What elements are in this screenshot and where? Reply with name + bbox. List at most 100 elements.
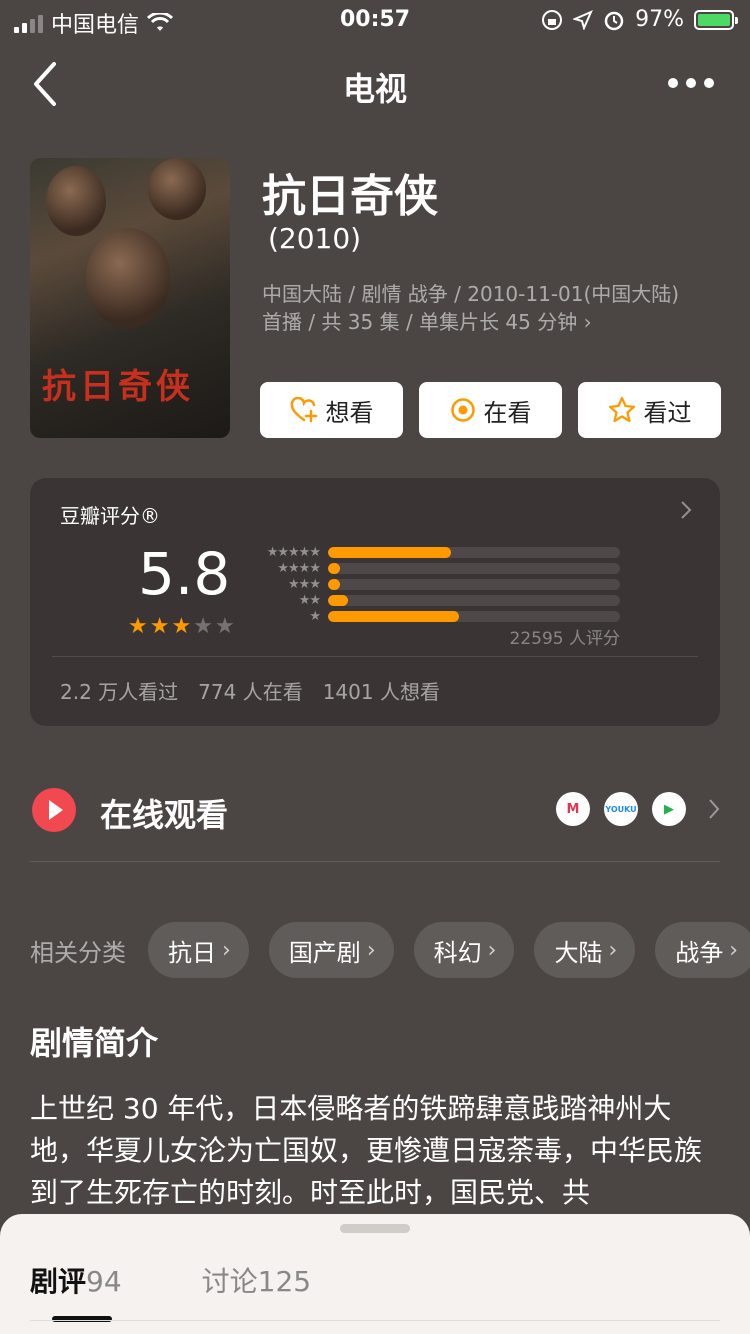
target-icon bbox=[450, 398, 475, 422]
battery-icon bbox=[694, 9, 738, 30]
watched-button[interactable]: 看过 bbox=[578, 382, 721, 438]
chevron-right-icon: › bbox=[583, 310, 592, 334]
distribution-stars: ★★★★★ bbox=[266, 544, 321, 560]
chevron-right-icon: › bbox=[729, 937, 739, 963]
distribution-track bbox=[328, 562, 620, 574]
distribution-bar bbox=[328, 594, 349, 606]
related-label: 相关分类 bbox=[30, 938, 126, 967]
nav-title: 电视 bbox=[342, 70, 407, 108]
watching-label: 在看 bbox=[483, 398, 532, 427]
rating-stars: ★ ★ ★ ★ ★ bbox=[128, 614, 235, 639]
meta-line-2-text: 首播 / 共 35 集 / 单集片长 45 分钟 bbox=[262, 310, 578, 334]
sheet-tabs: 剧评94 讨论125 bbox=[30, 1260, 311, 1300]
stat-watched: 2.2 万人看过 bbox=[60, 680, 179, 704]
chevron-right-icon: › bbox=[608, 937, 618, 963]
distribution-bar bbox=[328, 578, 340, 590]
star-outline-icon bbox=[608, 396, 635, 423]
drag-handle[interactable] bbox=[340, 1224, 410, 1233]
watching-button[interactable]: 在看 bbox=[419, 382, 562, 438]
watched-label: 看过 bbox=[643, 398, 692, 427]
online-watch-label: 在线观看 bbox=[100, 796, 229, 834]
more-icon[interactable] bbox=[668, 78, 714, 88]
active-tab-indicator bbox=[52, 1316, 112, 1322]
distribution-track bbox=[328, 578, 620, 590]
divider bbox=[30, 1320, 720, 1321]
tag-label: 战争 bbox=[675, 938, 724, 967]
provider-youku-icon: YOUKU bbox=[604, 792, 638, 826]
chevron-right-icon bbox=[709, 799, 720, 819]
provider-tencent-icon: ▶ bbox=[652, 792, 686, 826]
star-filled-icon: ★ bbox=[171, 614, 192, 639]
star-empty-icon: ★ bbox=[214, 614, 235, 639]
chevron-right-icon: › bbox=[222, 937, 231, 963]
want-button[interactable]: 想看 bbox=[260, 382, 403, 438]
rating-count: 22595 人评分 bbox=[509, 629, 620, 649]
tag-label: 抗日 bbox=[168, 938, 216, 967]
tag-kehuan[interactable]: 科幻 › bbox=[413, 922, 515, 978]
distribution-track bbox=[328, 610, 620, 622]
synopsis-title: 剧情简介 bbox=[30, 1024, 159, 1062]
rating-label: 豆瓣评分® bbox=[60, 504, 160, 528]
tag-guochanju[interactable]: 国产剧 › bbox=[268, 922, 394, 978]
chevron-right-icon: › bbox=[366, 937, 376, 963]
chevron-right-icon bbox=[681, 501, 692, 519]
alarm-icon bbox=[604, 11, 624, 30]
meta-line-1: 中国大陆 / 剧情 战争 / 2010-11-01(中国大陆) bbox=[262, 282, 680, 306]
tab-reviews[interactable]: 剧评94 bbox=[30, 1260, 122, 1300]
distribution-bar bbox=[328, 546, 451, 558]
star-empty-icon: ★ bbox=[193, 614, 213, 639]
distribution-stars: ★★★ bbox=[288, 576, 321, 592]
distribution-stars: ★ bbox=[309, 608, 321, 624]
distribution-row: ★★★★ bbox=[256, 560, 620, 576]
provider-icons: M YOUKU ▶ bbox=[556, 792, 686, 826]
stat-want: 1401 人想看 bbox=[322, 680, 440, 704]
poster-title: 抗日奇侠 bbox=[42, 367, 194, 407]
star-filled-icon: ★ bbox=[149, 614, 170, 639]
tab-discussion-label: 讨论 bbox=[201, 1265, 258, 1298]
tag-label: 国产剧 bbox=[288, 938, 361, 967]
distribution-track bbox=[328, 594, 620, 606]
tab-reviews-label: 剧评 bbox=[30, 1265, 87, 1298]
action-buttons: 想看 在看 看过 bbox=[260, 382, 721, 438]
online-watch-row[interactable]: 在线观看 M YOUKU ▶ bbox=[30, 762, 720, 862]
tab-reviews-count: 94 bbox=[86, 1265, 122, 1298]
nav-bar: 电视 bbox=[0, 42, 750, 126]
status-right: 97% bbox=[541, 7, 738, 32]
tag-zhanzheng[interactable]: 战争 › bbox=[655, 922, 750, 978]
tab-discussion-count: 125 bbox=[257, 1265, 312, 1298]
status-bar: 中国电信 00:57 97% bbox=[0, 0, 750, 42]
rotation-lock-icon bbox=[542, 9, 563, 30]
distribution-bar bbox=[328, 562, 340, 574]
tag-label: 大陆 bbox=[554, 938, 603, 967]
tag-label: 科幻 bbox=[433, 938, 482, 967]
rating-distribution: ★★★★★ ★★★★ ★★★ ★★ ★ bbox=[256, 544, 620, 624]
battery-percent: 97% bbox=[635, 7, 684, 32]
tag-kangri[interactable]: 抗日 › bbox=[148, 922, 249, 978]
want-label: 想看 bbox=[325, 398, 374, 427]
poster-image[interactable]: 抗日奇侠 bbox=[30, 158, 230, 438]
show-title: 抗日奇侠 bbox=[262, 171, 438, 222]
chevron-right-icon: › bbox=[487, 937, 497, 963]
divider bbox=[52, 656, 698, 657]
synopsis-text[interactable]: 上世纪 30 年代，日本侵略者的铁蹄肆意践踏神州大地，华夏儿女沦为亡国奴，更惨遭… bbox=[30, 1088, 720, 1214]
distribution-row: ★★ bbox=[256, 592, 620, 608]
show-year: (2010) bbox=[268, 222, 362, 255]
distribution-bar bbox=[328, 610, 460, 622]
heart-plus-icon bbox=[290, 397, 317, 423]
play-icon bbox=[32, 788, 76, 832]
star-filled-icon: ★ bbox=[128, 614, 148, 639]
distribution-row: ★★★★★ bbox=[256, 544, 620, 560]
tab-discussion[interactable]: 讨论125 bbox=[202, 1260, 311, 1300]
meta-line-2: 首播 / 共 35 集 / 单集片长 45 分钟 › bbox=[262, 308, 722, 336]
related-categories: 相关分类 抗日 › 国产剧 › 科幻 › 大陆 › 战争 › bbox=[30, 922, 750, 978]
distribution-stars: ★★ bbox=[298, 592, 321, 608]
tag-dalu[interactable]: 大陆 › bbox=[534, 922, 636, 978]
show-meta[interactable]: 中国大陆 / 剧情 战争 / 2010-11-01(中国大陆) 首播 / 共 3… bbox=[262, 280, 722, 336]
distribution-row: ★ bbox=[256, 608, 620, 624]
rating-card[interactable]: 豆瓣评分® 5.8 ★ ★ ★ ★ ★ ★★★★★ ★★★★ ★★★ ★★ ★ 22595 人评… bbox=[30, 478, 720, 726]
location-icon bbox=[573, 9, 594, 30]
provider-mango-icon: M bbox=[556, 792, 590, 826]
rating-stats: 2.2 万人看过 774 人在看 1401 人想看 bbox=[60, 676, 440, 705]
stat-watching: 774 人在看 bbox=[198, 680, 303, 704]
reviews-sheet[interactable]: 剧评94 讨论125 bbox=[0, 1214, 750, 1334]
